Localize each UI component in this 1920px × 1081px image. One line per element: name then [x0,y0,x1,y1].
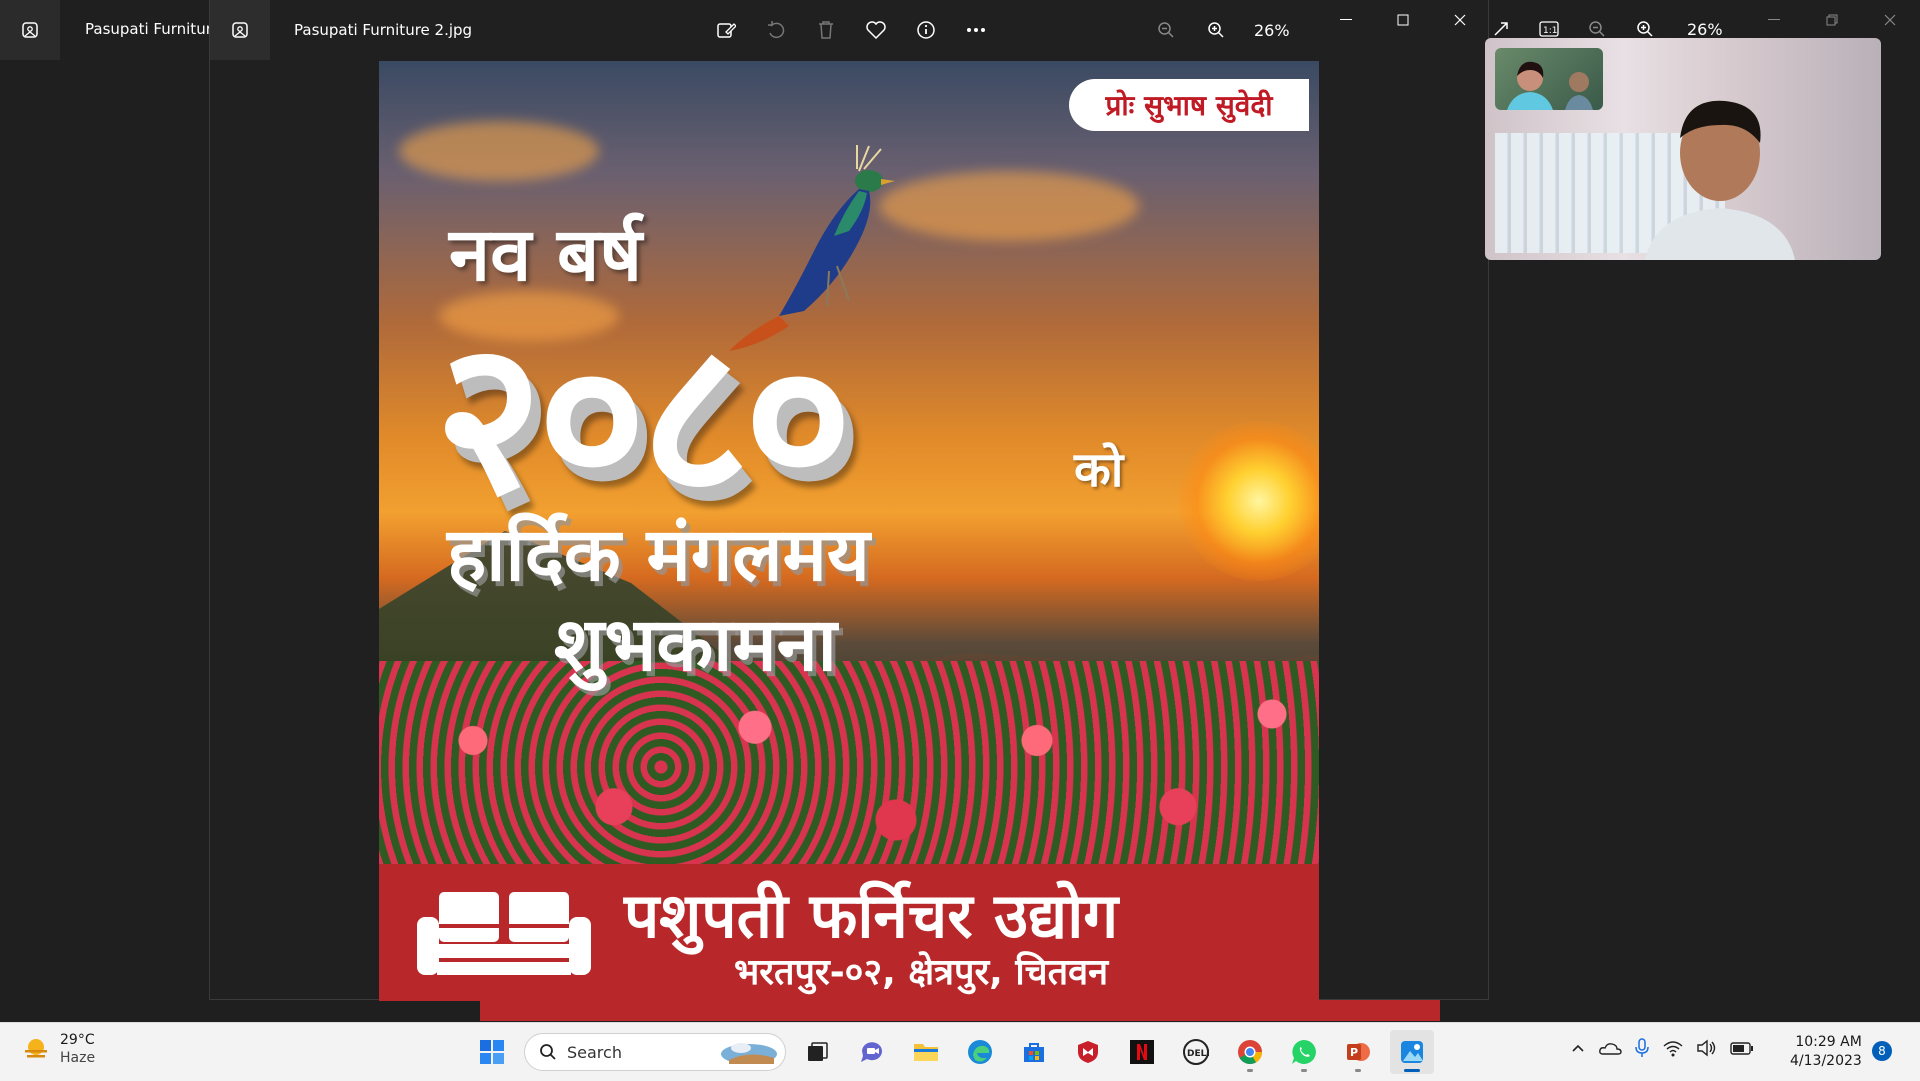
title-bar: Pasupati Furniture 2.jpg 26% [210,0,1488,60]
task-view-button[interactable] [796,1030,840,1074]
svg-text:1:1: 1:1 [1543,26,1557,36]
weather-widget[interactable]: 29°C Haze [22,1031,95,1067]
sofa-icon [417,892,591,975]
running-indicator [1247,1069,1253,1072]
chrome-icon [1238,1040,1262,1065]
image-toolbar [710,14,992,46]
maximize-button[interactable] [1374,0,1431,40]
notification-badge[interactable]: 8 [1872,1041,1892,1061]
search-highlight-icon [721,1043,777,1064]
file-explorer-button[interactable] [904,1030,948,1074]
sun [1179,421,1319,581]
netflix-button[interactable] [1120,1030,1164,1074]
chevron-up-icon[interactable] [1570,1040,1586,1056]
netflix-icon [1130,1040,1154,1064]
wifi-icon[interactable] [1662,1039,1684,1057]
clock-date: 4/13/2023 [1790,1053,1862,1069]
teams-chat-icon [861,1042,882,1062]
minimize-button[interactable] [1317,0,1374,40]
greeting-line-2: शुभकामना [554,602,837,688]
folder-icon [914,1044,938,1061]
microsoft-store-button[interactable] [1012,1030,1056,1074]
haze-weather-icon [25,1039,47,1058]
zoom-in-icon[interactable] [1200,14,1232,46]
background-window-controls [1745,10,1919,30]
company-name: पशुपती फर्निचर उद्योग [624,879,1119,952]
photos-app-icon [0,0,60,60]
edit-image-icon[interactable] [710,14,742,46]
clock[interactable]: 10:29 AM 4/13/2023 [1790,1033,1862,1071]
store-icon [1024,1043,1044,1062]
taskbar-search[interactable]: Search [524,1033,786,1071]
edge-icon [968,1040,992,1064]
task-view-icon [808,1042,828,1061]
company-address: भरतपुर-०२, क्षेत्रपुर, चितवन [734,952,1109,993]
svg-text:P: P [1350,1046,1358,1059]
proprietor-badge: प्रोः सुभाष सुवेदी [1069,79,1309,131]
zoom-out-icon[interactable] [1150,14,1182,46]
search-icon [540,1044,556,1060]
minimize-icon[interactable] [1745,10,1803,30]
clock-time: 10:29 AM [1795,1034,1862,1050]
zoom-level[interactable]: 26% [1254,21,1290,40]
mcafee-shield-icon [1078,1041,1098,1063]
powerpoint-icon: P [1347,1043,1370,1061]
delete-icon[interactable] [810,14,842,46]
file-info-icon[interactable] [910,14,942,46]
close-button[interactable] [1431,0,1488,40]
dell-button[interactable]: DELL [1174,1030,1218,1074]
window-controls [1317,0,1488,40]
photos-window: Pasupati Furniture 2.jpg 26% प्रोः सुभाष… [209,0,1489,1001]
teams-chat-button[interactable] [850,1030,894,1074]
year-suffix: को [1074,442,1124,498]
close-icon[interactable] [1861,10,1919,30]
whatsapp-button[interactable] [1282,1030,1326,1074]
background-zoom-level: 26% [1687,19,1723,39]
poster-image: प्रोः सुभाष सुवेदी नव बर्ष २०८० को हार्द… [379,61,1319,1001]
photos-icon [1401,1041,1423,1063]
participant-video [1645,100,1795,260]
onedrive-icon[interactable] [1598,1040,1622,1056]
video-call-window[interactable] [1485,38,1881,260]
svg-text:DELL: DELL [1187,1049,1209,1059]
powerpoint-button[interactable]: P [1336,1030,1380,1074]
dell-icon: DELL [1183,1039,1209,1065]
running-indicator [1355,1069,1361,1072]
proprietor-name: प्रोः सुभाष सुवेदी [1105,89,1273,122]
background-window-title: Pasupati Furniture [85,20,221,38]
restore-icon[interactable] [1803,10,1861,30]
greeting-line-1: हार्दिक मंगलमय [447,512,870,598]
window-title: Pasupati Furniture 2.jpg [294,21,473,39]
photos-button[interactable] [1390,1030,1434,1074]
chrome-button[interactable] [1228,1030,1272,1074]
pinned-apps: Search DELL P [470,1030,1434,1074]
whatsapp-icon [1292,1040,1316,1064]
taskbar: 29°C Haze Search DELL P 10:29 [0,1022,1920,1081]
active-indicator [1404,1069,1420,1072]
edge-button[interactable] [958,1030,1002,1074]
zoom-controls: 26% [1150,14,1290,46]
microphone-icon[interactable] [1634,1038,1650,1058]
running-indicator [1301,1069,1307,1072]
company-banner: पशुपती फर्निचर उद्योग भरतपुर-०२, क्षेत्र… [379,864,1319,1001]
weather-condition: Haze [60,1050,96,1066]
system-tray [1570,1038,1754,1058]
search-label: Search [567,1042,622,1062]
favorite-heart-icon[interactable] [860,14,892,46]
weather-temperature: 29°C [60,1032,95,1048]
windows-logo-icon [480,1040,504,1064]
mcafee-button[interactable] [1066,1030,1110,1074]
more-options-icon[interactable] [960,14,992,46]
rotate-icon[interactable] [760,14,792,46]
start-button[interactable] [470,1030,514,1074]
volume-icon[interactable] [1696,1039,1718,1057]
battery-icon[interactable] [1730,1040,1754,1056]
self-view-thumbnail[interactable] [1495,48,1603,110]
photos-app-icon [210,0,270,60]
cloud [399,121,599,181]
